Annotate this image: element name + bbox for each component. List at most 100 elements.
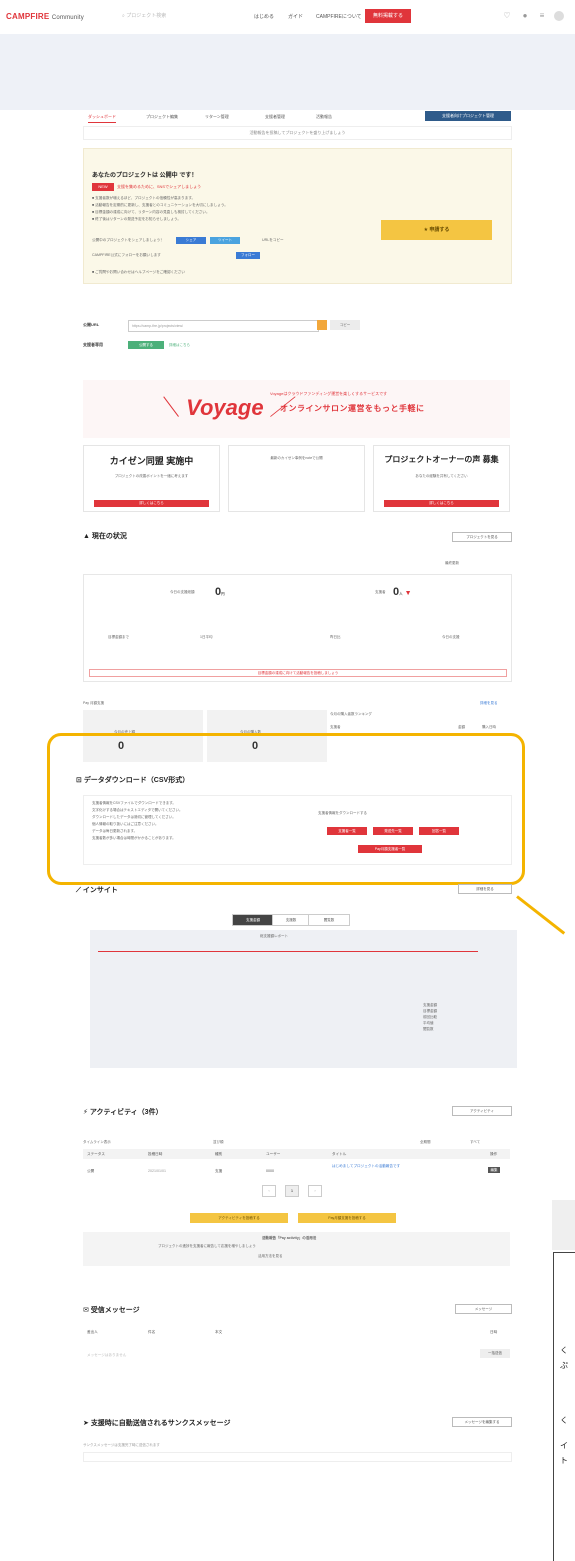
line-chart-icon: ⟋ bbox=[76, 887, 83, 894]
share-twitter-button[interactable]: ツイート bbox=[210, 237, 240, 244]
msg-col-header: 日時 bbox=[490, 1330, 498, 1334]
bolt-icon: ⚡ bbox=[83, 1109, 90, 1116]
download-shipping-button[interactable]: 発送先一覧 bbox=[373, 827, 413, 835]
tab-supporters[interactable]: 支援者管理 bbox=[265, 114, 285, 120]
post-pay-button[interactable]: Pay月額支援を投稿する bbox=[298, 1213, 396, 1223]
nav-cta-button[interactable]: 無料掲載する bbox=[365, 9, 411, 23]
chart-legend: 目標金額 bbox=[423, 1009, 437, 1013]
pay-detail-link[interactable]: 詳細を見る bbox=[480, 701, 498, 706]
supporter-manage-button[interactable]: 支援者向けプロジェクト管理 bbox=[425, 111, 511, 121]
card-button[interactable]: 詳しくはこちら bbox=[94, 500, 209, 507]
download-bullet: 支援者数が多い場合は時間がかかることがあります。 bbox=[92, 836, 176, 840]
stat-col: 1日平均 bbox=[200, 635, 213, 639]
bar-chart-icon: ▲ bbox=[83, 533, 92, 540]
download-pay-button[interactable]: Pay月額支援者一覧 bbox=[358, 845, 422, 853]
segment-count[interactable]: 支援数 bbox=[272, 914, 310, 926]
send-icon: ➤ bbox=[83, 1420, 91, 1427]
activity-filter[interactable]: タイムライン表示 bbox=[83, 1140, 111, 1145]
msg-col-header: 件名 bbox=[148, 1330, 156, 1334]
nav-search[interactable]: ⌕ プロジェクト検索 bbox=[122, 12, 166, 19]
menu-icon[interactable]: ≡ bbox=[537, 11, 547, 21]
nav-link-guide[interactable]: ガイド bbox=[288, 13, 303, 20]
down-arrow-icon: ▼ bbox=[402, 590, 412, 597]
col-header: 投稿日時 bbox=[148, 1152, 163, 1156]
activity-button[interactable]: アクティビティ bbox=[452, 1106, 512, 1116]
download-supporters-button[interactable]: 支援者一覧 bbox=[327, 827, 367, 835]
col-header: ユーザー bbox=[266, 1152, 281, 1156]
activity-filter[interactable]: 全期間 bbox=[420, 1140, 431, 1145]
card-title: プロジェクトオーナーの声 募集 bbox=[384, 455, 499, 464]
view-project-button[interactable]: プロジェクトを見る bbox=[452, 532, 512, 542]
search-placeholder: プロジェクト検索 bbox=[126, 13, 167, 19]
pager-next[interactable]: › bbox=[308, 1185, 322, 1197]
support-label: 支援者専用 bbox=[83, 342, 103, 347]
avatar[interactable] bbox=[554, 11, 564, 21]
copy-url-link[interactable]: URLをコピー bbox=[262, 238, 284, 243]
target-line bbox=[98, 951, 478, 952]
chart-legend: 平均値 bbox=[423, 1021, 434, 1025]
segment-views[interactable]: 閲覧数 bbox=[308, 914, 350, 926]
download-bullet: ダウンロードしたデータは適切に管理してください。 bbox=[92, 815, 176, 819]
pager-prev[interactable]: ‹ bbox=[262, 1185, 276, 1197]
activity-filter[interactable]: すべて bbox=[470, 1140, 480, 1145]
nav-link-start[interactable]: はじめる bbox=[254, 13, 274, 20]
messages-button[interactable]: メッセージ bbox=[455, 1304, 512, 1314]
thanks-title: ➤ 支援時に自動送信されるサンクスメッセージ bbox=[83, 1418, 230, 1428]
info-link[interactable]: 活用方法を見る bbox=[258, 1254, 283, 1259]
post-activity-button[interactable]: アクティビティを投稿する bbox=[190, 1213, 288, 1223]
msg-col-header: 差出人 bbox=[87, 1330, 98, 1334]
download-bullet: データは毎日更新されます。 bbox=[92, 829, 138, 833]
promo-title: あなたのプロジェクトは 公開中 です！ bbox=[92, 173, 198, 179]
chart-legend: 前回比較 bbox=[423, 1015, 437, 1019]
amount-label: 今日の支援総額 bbox=[170, 590, 195, 594]
activity-filter[interactable]: 並び順 bbox=[213, 1140, 224, 1145]
download-right-text: 支援者情報をダウンロードする bbox=[318, 811, 367, 815]
project-url-field[interactable]: https://camp-fire.jp/projects/view/ bbox=[128, 320, 319, 332]
owner-voice-card: プロジェクトオーナーの声 募集 あなたの経験を共有してください 詳しくはこちら bbox=[373, 445, 510, 512]
tab-reports[interactable]: 活動報告 bbox=[316, 114, 332, 120]
detail-link[interactable]: 詳細はこちら bbox=[169, 343, 190, 348]
bell-icon[interactable]: ● bbox=[520, 11, 530, 21]
heart-icon[interactable]: ♡ bbox=[502, 11, 512, 21]
follow-line: CAMPFIRE公式にフォローをお願いします bbox=[92, 253, 161, 257]
share-facebook-button[interactable]: シェア bbox=[176, 237, 206, 244]
activity-title: ⚡ アクティビティ（3件） bbox=[83, 1107, 163, 1117]
tab-edit[interactable]: プロジェクト編集 bbox=[146, 114, 178, 120]
copy-icon[interactable] bbox=[317, 320, 327, 330]
ranking-col: 金額 bbox=[458, 725, 465, 729]
promo-line: ■ 目標金額の達成に向けて、リターン内容の見直しも検討してください。 bbox=[92, 210, 210, 214]
edit-thanks-button[interactable]: メッセージを編集する bbox=[452, 1417, 512, 1427]
campfire-logo[interactable]: CAMPFIRE Community bbox=[6, 12, 84, 21]
info-text: プロジェクトの進捗を支援者に報告して応援を増やしましょう bbox=[158, 1244, 256, 1248]
cell-status: 公開 bbox=[87, 1169, 95, 1173]
publish-button[interactable]: 公開する bbox=[128, 341, 164, 349]
tab-returns[interactable]: リターン管理 bbox=[205, 114, 229, 120]
download-answers-button[interactable]: 回答一覧 bbox=[419, 827, 459, 835]
bulk-send-button[interactable]: 一括送信 bbox=[480, 1349, 510, 1358]
cell-title-link[interactable]: はじめましてプロジェクトの活動報告です bbox=[332, 1164, 400, 1169]
insight-detail-button[interactable]: 詳細を見る bbox=[458, 884, 512, 894]
updated-text: 最終更新 bbox=[445, 561, 459, 565]
count-label: 支援者 bbox=[375, 590, 386, 594]
cell-date: 2021/01/01 bbox=[148, 1169, 166, 1173]
col-header: ステータス bbox=[87, 1152, 105, 1156]
card-text: プロジェクトの改善ポイントを一緒に考えます bbox=[114, 474, 189, 478]
follow-button[interactable]: フォロー bbox=[236, 252, 260, 259]
nav-link-about[interactable]: CAMPFIREについて bbox=[316, 13, 362, 20]
download-bullet: 文字化けする場合はテキストエディタで開いてください。 bbox=[92, 808, 183, 812]
row-edit-button[interactable]: 編集 bbox=[488, 1167, 500, 1173]
warning-bar: 目標金額の達成に向けて活動報告を投稿しましょう bbox=[89, 669, 507, 677]
card-button[interactable]: 詳しくはこちら bbox=[384, 500, 499, 507]
pager-current[interactable]: 1 bbox=[285, 1185, 299, 1197]
download-icon: ⊡ bbox=[76, 777, 84, 784]
status-box bbox=[83, 574, 512, 682]
activity-title-text: アクティビティ（3件） bbox=[89, 1109, 163, 1116]
copy-button[interactable]: コピー bbox=[330, 320, 360, 330]
segment-amount[interactable]: 支援金額 bbox=[232, 914, 274, 926]
side-panel bbox=[553, 1252, 575, 1561]
ranking-label: 今月の購入者数ランキング bbox=[330, 712, 372, 716]
tab-dashboard[interactable]: ダッシュボード bbox=[88, 114, 116, 123]
info-title: 活動報告「Pay activity」の活用法 bbox=[262, 1236, 317, 1240]
apply-button[interactable]: ★ 申請する bbox=[381, 220, 492, 240]
card-title: カイゼン同盟 実施中 bbox=[109, 456, 194, 466]
